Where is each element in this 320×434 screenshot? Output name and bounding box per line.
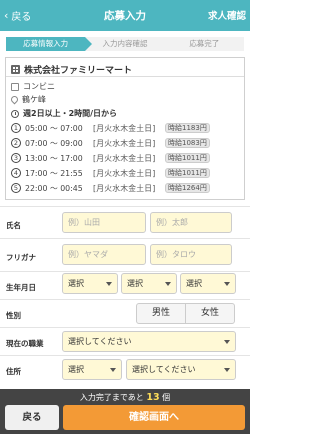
- shift-number: 3: [11, 153, 21, 163]
- confirm-button[interactable]: 確認画面へ: [63, 405, 245, 430]
- step-input: 応募情報入力: [6, 37, 93, 51]
- shift-time: 13:00 ～ 17:00: [25, 153, 83, 163]
- first-name-input[interactable]: 例）太郎: [150, 212, 232, 233]
- shift-pay-badge: 時給1183円: [165, 123, 210, 133]
- shift-time: 05:00 ～ 07:00: [25, 123, 83, 133]
- shift-row: 1 05:00 ～ 07:00 [月火水木金土日] 時給1183円: [11, 122, 210, 134]
- address-label: 住所: [6, 367, 21, 376]
- job-confirm-link[interactable]: 求人確認: [208, 8, 246, 22]
- step-confirm: 入力内容確認: [85, 37, 173, 51]
- birth-row: 生年月日 選択 選択 選択: [0, 271, 250, 299]
- birth-year-select[interactable]: 選択: [62, 273, 118, 294]
- shift-days: [月火水木金土日]: [93, 123, 156, 133]
- occupation-select[interactable]: 選択してください: [62, 331, 236, 352]
- kana-label: フリガナ: [6, 253, 36, 262]
- location-text: 鶴ケ峰: [22, 95, 46, 104]
- city-select[interactable]: 選択してください: [126, 359, 236, 380]
- location-pin-icon: [9, 94, 20, 105]
- shift-row: 4 17:00 ～ 21:55 [月火水木金土日] 時給1011円: [11, 167, 210, 179]
- shift-time: 22:00 ～ 00:45: [25, 183, 83, 193]
- company-name: 株式会社ファミリーマート: [24, 66, 133, 76]
- shift-days: [月火水木金土日]: [93, 168, 156, 178]
- gender-female-button[interactable]: 女性: [185, 303, 235, 324]
- remaining-suffix: 個: [162, 393, 171, 402]
- birth-day-select[interactable]: 選択: [180, 273, 236, 294]
- progress-steps: 応募情報入力 入力内容確認 応募完了: [6, 37, 244, 51]
- shift-number: 5: [11, 183, 21, 193]
- occupation-label: 現在の職業: [6, 339, 44, 348]
- last-name-input[interactable]: 例）山田: [62, 212, 146, 233]
- shift-number: 1: [11, 123, 21, 133]
- shift-pay-badge: 時給1083円: [165, 138, 210, 148]
- birth-month-select[interactable]: 選択: [121, 273, 177, 294]
- first-kana-input[interactable]: 例）タロウ: [150, 244, 232, 265]
- bottom-action-bar: 入力完了まであと 13 個 戻る 確認画面へ: [0, 389, 250, 434]
- building-icon: [11, 65, 20, 74]
- occupation-row: 現在の職業 選択してください: [0, 327, 250, 355]
- birth-label: 生年月日: [6, 283, 36, 292]
- remaining-prefix: 入力完了まであと: [79, 393, 144, 402]
- shift-pay-badge: 時給1264円: [165, 183, 210, 193]
- divider: [6, 76, 244, 77]
- shift-time: 17:00 ～ 21:55: [25, 168, 83, 178]
- shift-row: 5 22:00 ～ 00:45 [月火水木金土日] 時給1264円: [11, 182, 210, 194]
- shift-days: [月火水木金土日]: [93, 183, 156, 193]
- gender-label: 性別: [6, 311, 21, 320]
- job-card: 株式会社ファミリーマート コンビニ 鶴ケ峰 週2日以上・2時間/日から 1 05…: [5, 57, 245, 200]
- top-bar: ‹ 戻る 応募入力 求人確認: [0, 0, 250, 31]
- step-complete: 応募完了: [164, 37, 244, 51]
- kana-row: フリガナ 例）ヤマダ 例）タロウ: [0, 238, 250, 271]
- schedule-text: 週2日以上・2時間/日から: [23, 109, 118, 118]
- shift-days: [月火水木金土日]: [93, 153, 156, 163]
- shift-number: 2: [11, 138, 21, 148]
- gender-row: 性別 男性 女性: [0, 299, 250, 327]
- category-text: コンビニ: [23, 82, 55, 91]
- shift-number: 4: [11, 168, 21, 178]
- shift-days: [月火水木金土日]: [93, 138, 156, 148]
- remaining-number: 13: [146, 392, 160, 403]
- shift-row: 3 13:00 ～ 17:00 [月火水木金土日] 時給1011円: [11, 152, 210, 164]
- shift-time: 07:00 ～ 09:00: [25, 138, 83, 148]
- shift-pay-badge: 時給1011円: [165, 168, 210, 178]
- back-button[interactable]: 戻る: [5, 405, 59, 430]
- schedule-row: 週2日以上・2時間/日から: [11, 108, 117, 119]
- briefcase-icon: [11, 82, 19, 91]
- company-row: 株式会社ファミリーマート: [11, 63, 132, 76]
- shift-pay-badge: 時給1011円: [165, 153, 210, 163]
- name-row: 氏名 例）山田 例）太郎: [0, 206, 250, 238]
- gender-male-button[interactable]: 男性: [136, 303, 186, 324]
- address-row: 住所 選択 選択してください: [0, 355, 250, 389]
- category-row: コンビニ: [11, 81, 55, 92]
- shift-row: 2 07:00 ～ 09:00 [月火水木金土日] 時給1083円: [11, 137, 210, 149]
- clock-icon: [11, 109, 19, 118]
- prefecture-select[interactable]: 選択: [62, 359, 122, 380]
- location-row: 鶴ケ峰: [9, 94, 46, 105]
- remaining-count: 入力完了まであと 13 個: [0, 392, 250, 403]
- name-label: 氏名: [6, 221, 21, 230]
- last-kana-input[interactable]: 例）ヤマダ: [62, 244, 146, 265]
